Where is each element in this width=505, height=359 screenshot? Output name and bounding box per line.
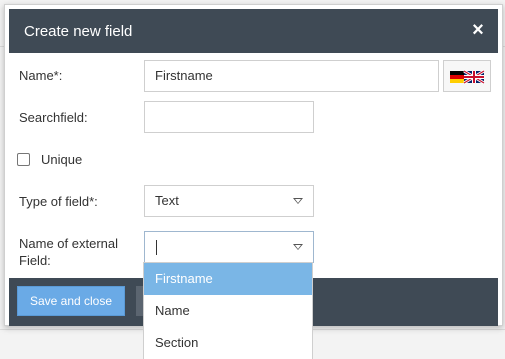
searchfield-label: Searchfield: — [19, 110, 88, 125]
german-flag-icon — [450, 71, 464, 83]
dropdown-option-section[interactable]: Section — [144, 327, 312, 359]
type-of-field-label: Type of field*: — [19, 194, 98, 209]
type-of-field-value: Text — [155, 193, 179, 208]
external-field-select[interactable] — [144, 231, 314, 263]
dropdown-option-firstname[interactable]: Firstname — [144, 263, 312, 295]
unique-label: Unique — [41, 152, 83, 167]
dropdown-option-name[interactable]: Name — [144, 295, 312, 327]
type-of-field-select[interactable]: Text — [144, 185, 314, 217]
close-button[interactable]: × — [468, 19, 488, 41]
language-flag-button[interactable] — [443, 60, 491, 92]
chevron-down-icon — [293, 198, 303, 204]
external-field-label-line1: Name of external — [19, 236, 118, 251]
searchfield-input[interactable] — [144, 101, 314, 133]
name-label: Name*: — [19, 68, 63, 83]
external-field-label-line2: Field: — [19, 253, 51, 268]
chevron-down-icon — [293, 244, 303, 250]
unique-checkbox[interactable] — [17, 153, 30, 166]
name-input[interactable]: Firstname — [144, 60, 439, 92]
language-flags-icon — [450, 69, 485, 85]
external-field-dropdown: Firstname Name Section — [143, 262, 313, 359]
dialog-header: Create new field × — [9, 9, 498, 53]
dialog-title: Create new field — [24, 23, 133, 40]
text-caret — [156, 240, 157, 255]
uk-flag-icon — [463, 69, 485, 85]
save-and-close-button[interactable]: Save and close — [17, 286, 125, 316]
